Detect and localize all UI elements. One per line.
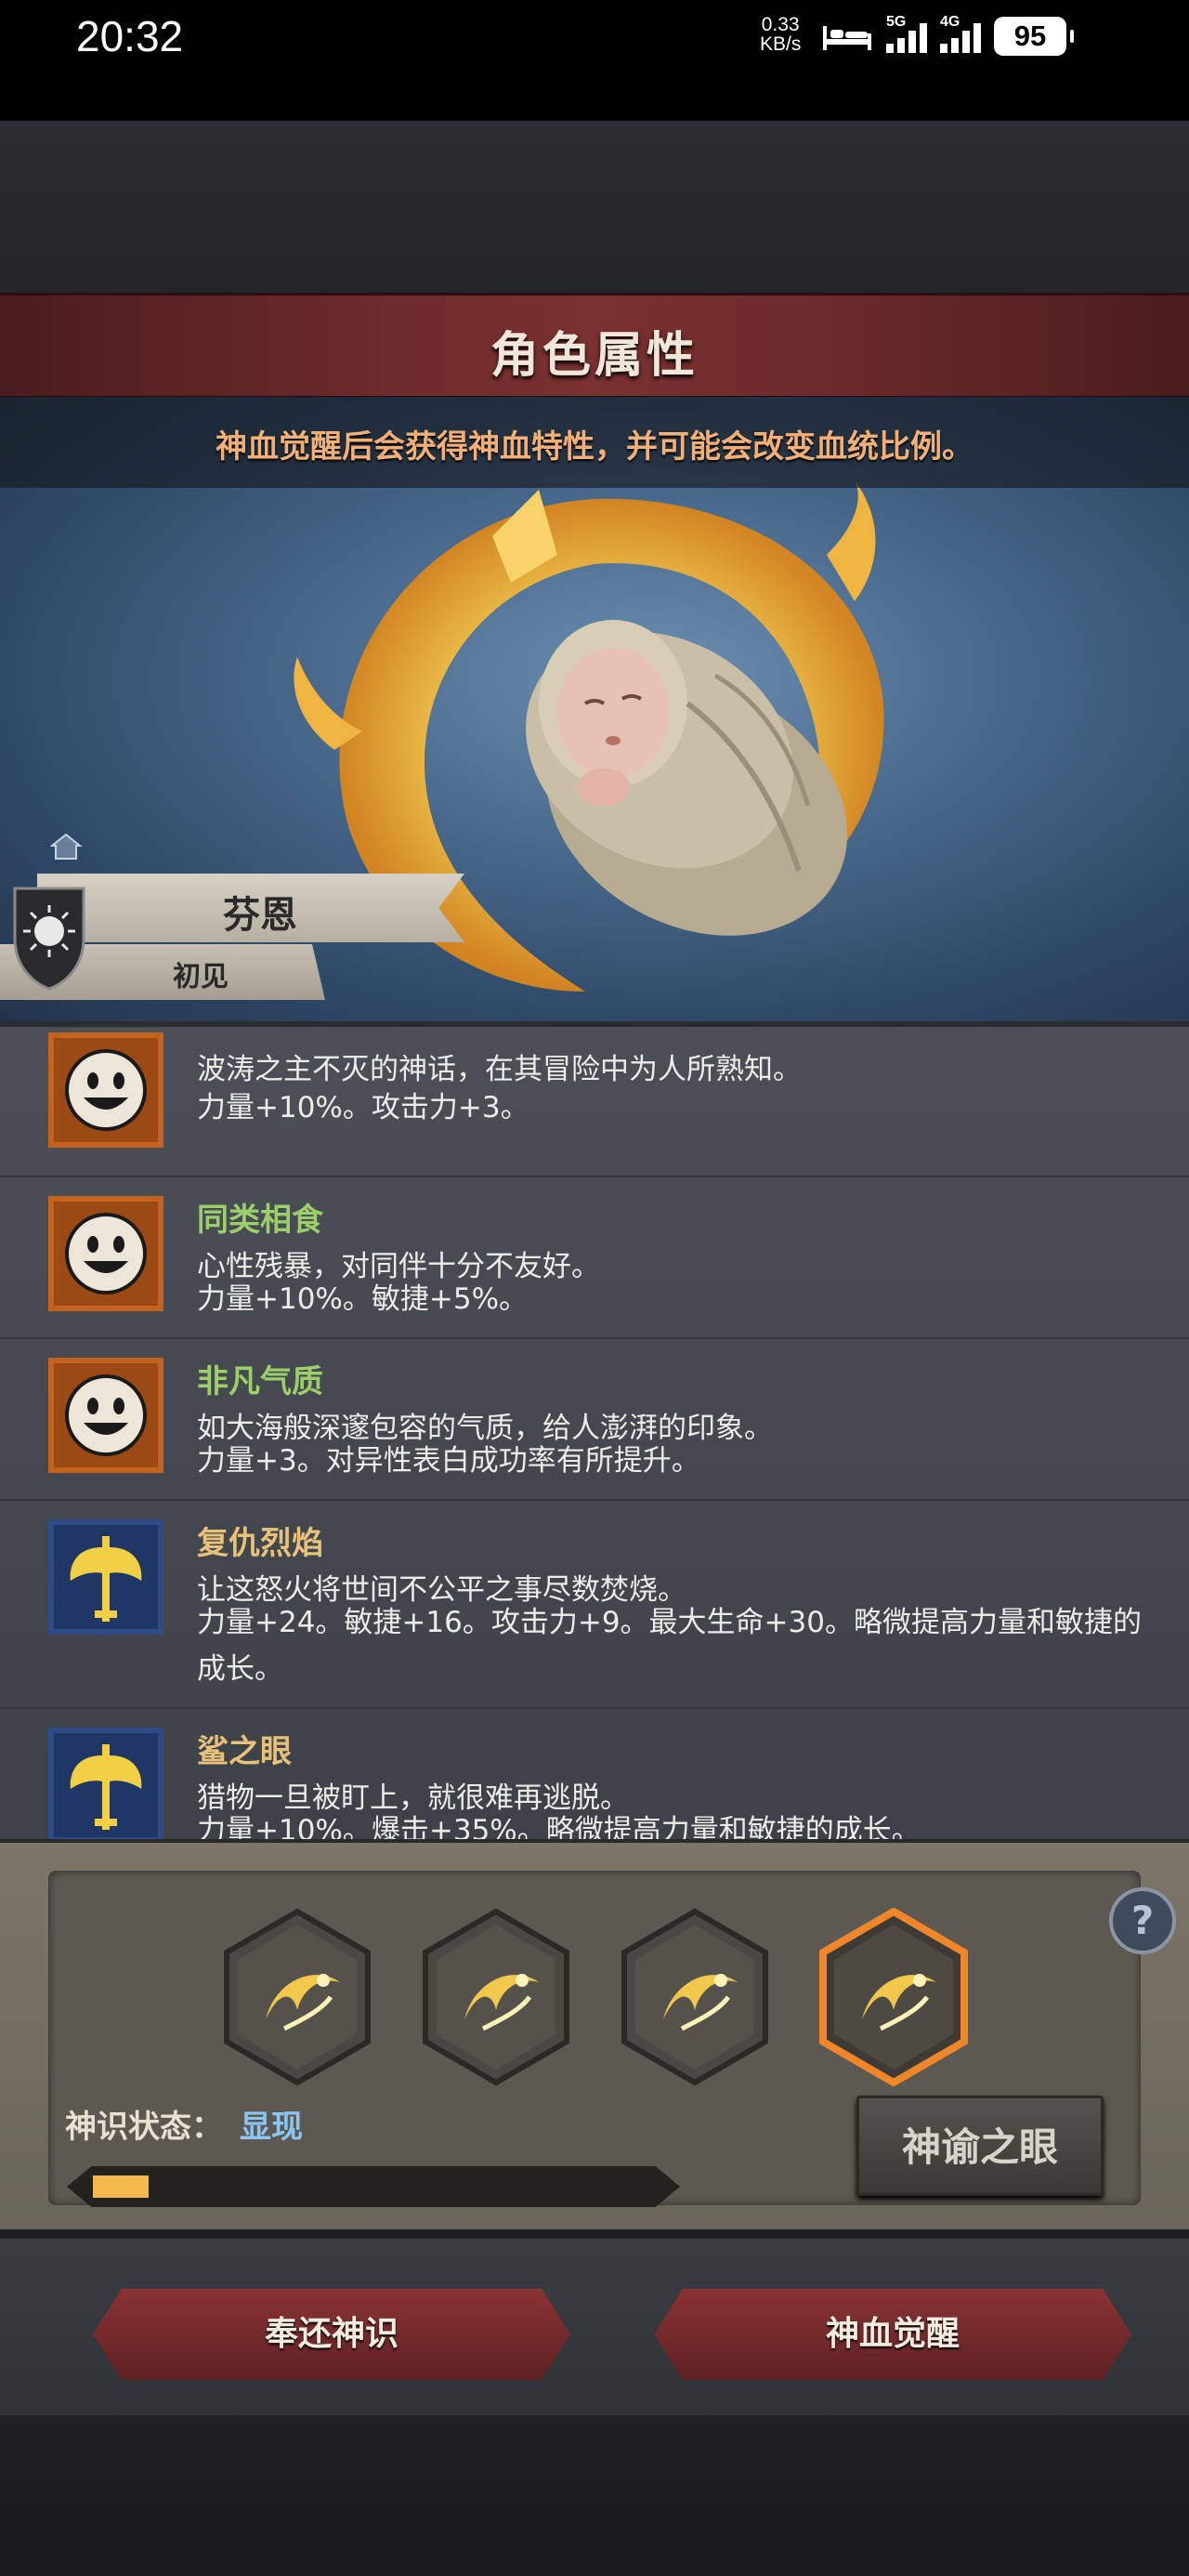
signal-4g-label: 4G [940, 14, 960, 30]
status-icons: 5G 4G 95 [821, 14, 1074, 56]
divine-progress-bar [67, 2166, 680, 2207]
divine-status-label: 神识状态： [65, 2109, 223, 2146]
trident-icon[interactable] [418, 1908, 574, 2086]
signal-5g-label: 5G [886, 14, 907, 30]
trident-icon[interactable] [219, 1908, 375, 2086]
smile-icon [48, 1032, 163, 1148]
footer-bar: 奉还神识 神血觉醒 [0, 2229, 1189, 2425]
top-spacer [0, 74, 1189, 121]
trait-name: 复仇烈焰 [197, 1525, 323, 1562]
trident-icon[interactable] [816, 1908, 972, 2086]
signal-5g-icon: 5G [886, 14, 927, 53]
trident-icon[interactable] [617, 1908, 773, 2086]
trait-name: 非凡气质 [197, 1363, 323, 1400]
trait-item[interactable]: 同类相食 心性残暴，对同伴十分不友好。 力量+10%。敏捷+5%。 [0, 1176, 1189, 1339]
title-banner: 角色属性 [0, 293, 1189, 400]
header-band [0, 121, 1189, 293]
home-icon[interactable] [50, 833, 82, 861]
trait-item[interactable]: 复仇烈焰 让这怒火将世间不公平之事尽数焚烧。 力量+24。敏捷+16。攻击力+9… [0, 1499, 1189, 1709]
page-title: 角色属性 [490, 328, 699, 384]
hint-strip: 神血觉醒后会获得神血特性，并可能会改变血统比例。 [0, 397, 1189, 488]
smile-icon [48, 1196, 163, 1311]
bed-icon [823, 26, 871, 50]
trait-item[interactable]: 波涛之主不灭的神话，在其冒险中为人所熟知。 力量+10%。攻击力+3。 [0, 1027, 1189, 1177]
clock: 20:32 [76, 12, 184, 60]
sun-shield-icon [13, 887, 85, 991]
help-icon[interactable]: ? [1107, 1886, 1178, 1956]
trait-item[interactable]: 鲨之眼 猎物一旦被盯上，就很难再逃脱。 力量+10%。爆击+35%。略微提高力量… [0, 1707, 1189, 1845]
bottom-strip [0, 2415, 1189, 2576]
divine-panel: ? 神识状态： 显现 神谕之眼 [0, 1839, 1189, 2233]
character-name-plate: 芬恩 [37, 874, 464, 942]
divine-inner: ? 神识状态： 显现 神谕之眼 [48, 1871, 1176, 2207]
oracle-eye-button[interactable]: 神谕之眼 [856, 2096, 1104, 2196]
status-bar: 20:32 0.33 KB/s 5G 4G 95 [0, 0, 1189, 74]
character-name: 芬恩 [223, 894, 297, 937]
trait-effect: 力量+24。敏捷+16。攻击力+9。最大生命+30。略微提高力量和敏捷的成长。 [197, 1606, 1142, 1686]
trait-effect: 力量+3。对异性表白成功率有所提升。 [197, 1444, 700, 1478]
trait-name: 同类相食 [197, 1202, 323, 1239]
return-divine-button[interactable]: 奉还神识 [93, 2289, 570, 2380]
relation-status: 初见 [173, 961, 229, 993]
trait-effect: 力量+10%。敏捷+5%。 [197, 1282, 529, 1316]
net-speed: 0.33 KB/s [760, 15, 801, 54]
trait-item[interactable]: 非凡气质 如大海般深邃包容的气质，给人澎湃的印象。 力量+3。对异性表白成功率有… [0, 1337, 1189, 1501]
svg-text:?: ? [1131, 1898, 1154, 1943]
swaddled-baby-icon [526, 620, 848, 936]
axe-icon [48, 1519, 163, 1635]
awaken-bloodline-button[interactable]: 神血觉醒 [654, 2289, 1131, 2380]
trait-effect: 力量+10%。攻击力+3。 [197, 1091, 529, 1124]
trait-list[interactable]: 波涛之主不灭的神话，在其冒险中为人所熟知。 力量+10%。攻击力+3。 同类相食… [0, 1021, 1189, 1845]
net-speed-unit: KB/s [760, 33, 802, 55]
awakening-hint: 神血觉醒后会获得神血特性，并可能会改变血统比例。 [216, 428, 973, 466]
trait-name: 鲨之眼 [197, 1733, 292, 1770]
divine-status-value: 显现 [240, 2109, 303, 2146]
battery-indicator: 95 [994, 17, 1074, 56]
net-speed-value: 0.33 [761, 14, 800, 35]
signal-4g-icon: 4G [940, 14, 981, 53]
axe-icon [48, 1728, 163, 1843]
smile-icon [48, 1358, 163, 1473]
divine-progress-fill [93, 2175, 149, 2198]
trait-description: 波涛之主不灭的神话，在其冒险中为人所熟知。 [197, 1053, 802, 1086]
